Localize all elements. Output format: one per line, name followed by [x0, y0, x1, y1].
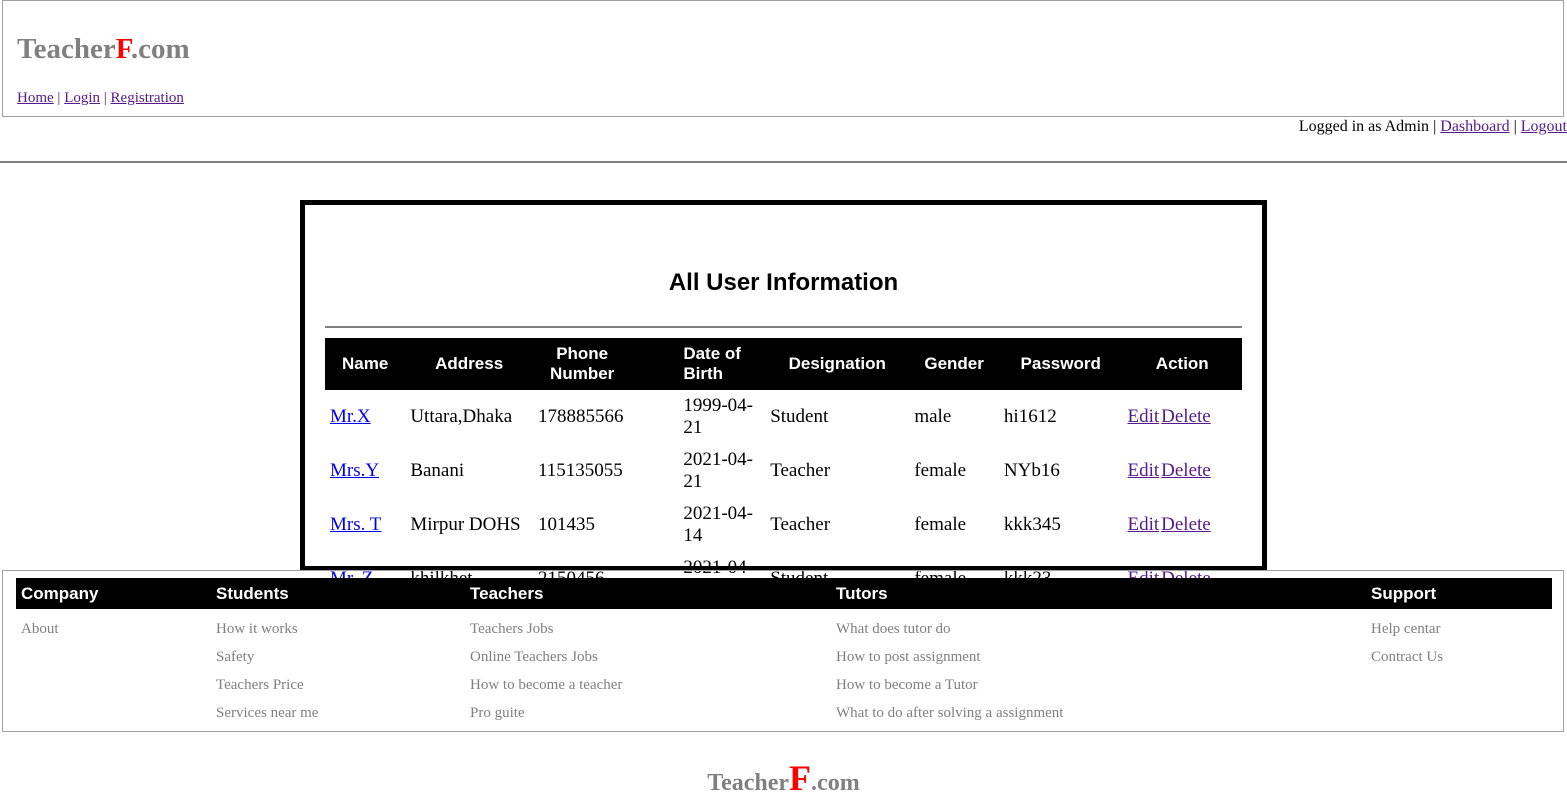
nav-login-link[interactable]: Login [64, 90, 100, 106]
title-divider [325, 326, 1242, 328]
footer-link[interactable]: How to become a teacher [465, 677, 622, 705]
footer-column-company: Company About [16, 578, 99, 637]
userbar-separator: | [1433, 118, 1437, 135]
logo-suffix: .com [130, 33, 190, 65]
footer-link[interactable]: About [16, 621, 59, 649]
row-actions: EditDelete [1122, 390, 1242, 444]
footer-heading-bar: Company About Students How it works Safe… [16, 578, 1552, 721]
nav-registration-link[interactable]: Registration [111, 90, 184, 106]
column-header-action: Action [1122, 338, 1242, 390]
user-dob: 2021-04-14 [683, 503, 753, 546]
column-header-name: Name [325, 338, 406, 390]
user-name-link[interactable]: Mrs. T [330, 514, 381, 535]
footer-link[interactable]: What does tutor do [831, 621, 1063, 649]
logo-letter: F [115, 33, 131, 65]
user-address: Banani [410, 460, 465, 481]
user-gender: male [914, 406, 952, 427]
user-designation: Student [770, 406, 829, 427]
user-designation: Teacher [770, 460, 831, 481]
site-logo: TeacherF.com [17, 33, 190, 66]
logout-link[interactable]: Logout [1521, 118, 1567, 135]
column-header-phone: Phone Number [533, 338, 632, 390]
column-header-dob: Date of Birth [631, 338, 766, 390]
column-header-gender: Gender [909, 338, 999, 390]
table-row: Mr.X Uttara,Dhaka 178885566 1999-04-21 S… [325, 390, 1242, 444]
table-header-row: Name Address Phone Number Date of Birth … [325, 338, 1242, 390]
site-header: TeacherF.com Home | Login | Registration [2, 0, 1564, 117]
user-designation: Teacher [770, 514, 831, 535]
logo-prefix: Teacher [17, 33, 116, 65]
footer-link[interactable]: Teachers Jobs [465, 621, 622, 649]
userbar-separator: | [1513, 118, 1517, 135]
footer-link[interactable]: How it works [211, 621, 318, 649]
user-address: Mirpur DOHS [410, 514, 521, 535]
user-password: kkk345 [1003, 514, 1061, 535]
footer-heading: Students [216, 584, 289, 603]
user-phone: 101435 [538, 514, 595, 535]
user-gender: female [914, 514, 967, 535]
footer-link[interactable]: Safety [211, 649, 318, 677]
user-name-link[interactable]: Mrs.Y [330, 460, 379, 481]
site-footer: Company About Students How it works Safe… [2, 570, 1564, 732]
logo-prefix: Teacher [707, 770, 790, 796]
footer-logo: TeacherF.com [0, 757, 1567, 799]
user-info-panel: All User Information Name Address Phone … [300, 200, 1267, 600]
logo-letter: F [789, 758, 812, 798]
footer-link[interactable]: How to post assignment [831, 649, 1063, 677]
row-actions: EditDelete [1122, 444, 1242, 498]
footer-link[interactable]: Pro guite [465, 705, 622, 733]
column-header-designation: Designation [765, 338, 910, 390]
nav-separator: | [57, 90, 61, 106]
footer-link[interactable]: How to become a Tutor [831, 677, 1063, 705]
column-header-address: Address [405, 338, 533, 390]
row-actions: EditDelete [1122, 498, 1242, 552]
column-header-password: Password [998, 338, 1123, 390]
user-dob: 1999-04-21 [683, 395, 753, 438]
delete-link[interactable]: Delete [1161, 460, 1211, 481]
user-name-link[interactable]: Mr.X [330, 406, 371, 427]
user-dob: 2021-04-21 [683, 449, 753, 492]
user-phone: 115135055 [538, 460, 623, 481]
dashboard-link[interactable]: Dashboard [1440, 118, 1509, 135]
footer-heading: Support [1371, 584, 1437, 603]
user-address: Uttara,Dhaka [410, 406, 513, 427]
footer-link[interactable]: Online Teachers Jobs [465, 649, 622, 677]
user-password: hi1612 [1003, 406, 1057, 427]
delete-link[interactable]: Delete [1161, 406, 1211, 427]
header-divider [0, 161, 1567, 163]
user-bar: Logged in as Admin | Dashboard | Logout [1299, 118, 1567, 136]
footer-column-support: Support Help centar Contract Us [1366, 578, 1443, 665]
footer-heading: Company [21, 584, 99, 603]
edit-link[interactable]: Edit [1127, 514, 1159, 535]
page-title: All User Information [668, 269, 899, 296]
footer-link[interactable]: Teachers Price [211, 677, 318, 705]
login-status: Logged in as Admin [1298, 118, 1430, 135]
footer-column-tutors: Tutors What does tutor do How to post as… [831, 578, 1063, 721]
footer-column-students: Students How it works Safety Teachers Pr… [211, 578, 318, 721]
nav-separator: | [103, 90, 107, 106]
footer-heading: Teachers [470, 584, 544, 603]
user-password: NYb16 [1003, 460, 1060, 481]
footer-link[interactable]: Services near me [211, 705, 318, 733]
footer-link[interactable]: Contract Us [1366, 649, 1443, 677]
nav-home-link[interactable]: Home [17, 90, 54, 106]
logo-suffix: .com [811, 770, 860, 796]
edit-link[interactable]: Edit [1127, 406, 1159, 427]
footer-link[interactable]: What to do after solving a assignment [831, 705, 1063, 733]
edit-link[interactable]: Edit [1127, 460, 1159, 481]
table-row: Mrs. T Mirpur DOHS 101435 2021-04-14 Tea… [325, 498, 1242, 552]
delete-link[interactable]: Delete [1161, 514, 1211, 535]
top-nav: Home | Login | Registration [17, 90, 184, 107]
footer-heading: Tutors [836, 584, 888, 603]
footer-link[interactable]: Help centar [1366, 621, 1443, 649]
users-table: Name Address Phone Number Date of Birth … [325, 338, 1242, 606]
user-gender: female [914, 460, 967, 481]
table-row: Mrs.Y Banani 115135055 2021-04-21 Teache… [325, 444, 1242, 498]
footer-column-teachers: Teachers Teachers Jobs Online Teachers J… [465, 578, 622, 721]
user-phone: 178885566 [538, 406, 624, 427]
